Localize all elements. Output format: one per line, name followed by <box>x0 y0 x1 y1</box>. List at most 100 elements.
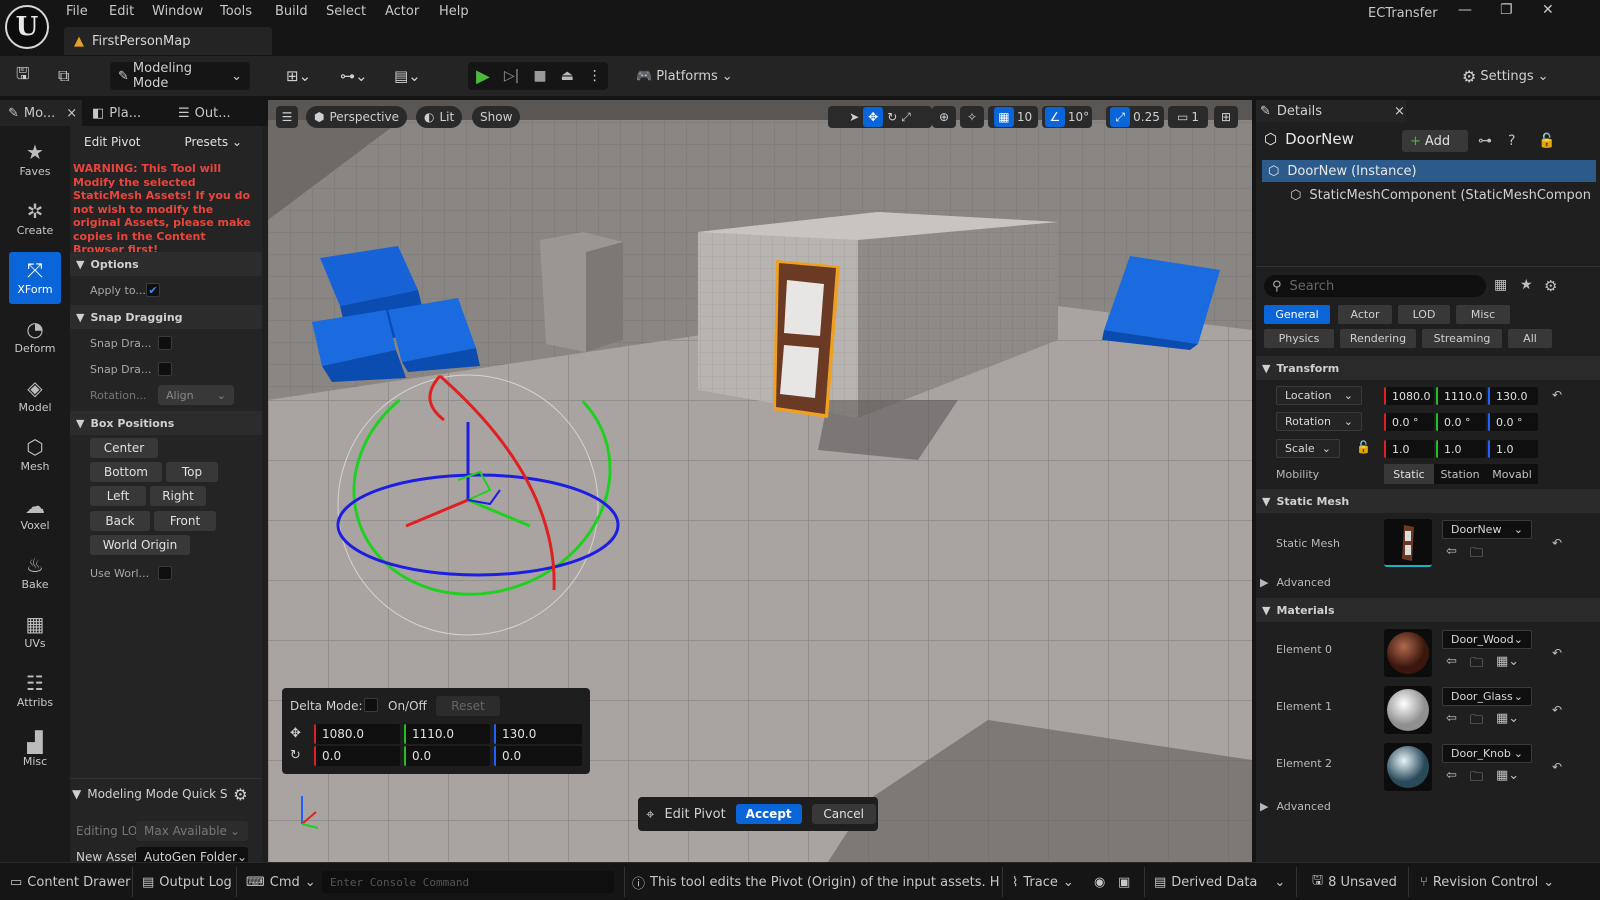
surface-snap-icon[interactable]: ✧ <box>960 106 984 128</box>
derived-data-dropdown[interactable]: ▤ Derived Data ⌄ <box>1154 872 1285 892</box>
platforms-button[interactable]: 🎮 Platforms ⌄ <box>636 62 733 90</box>
mobility-movable[interactable]: Movabl <box>1486 464 1538 484</box>
add-actor-icon[interactable]: ⊞⌄ <box>286 62 311 90</box>
gear-icon[interactable]: ⚙ <box>1544 277 1557 295</box>
delta-rotation-y[interactable]: 0.0 <box>404 746 490 766</box>
level-tab[interactable]: ▲ FirstPersonMap <box>64 27 272 55</box>
advanced-expander-materials[interactable]: ▶ Advanced <box>1260 800 1331 813</box>
material-dropdown-2[interactable]: Door_Knob ⌄ <box>1442 744 1532 763</box>
category-general[interactable]: General <box>1264 305 1330 324</box>
rotation-dropdown[interactable]: Align ⌄ <box>158 385 234 405</box>
mobility-stationary[interactable]: Station <box>1434 464 1486 484</box>
use-selected-icon[interactable]: ⇦ <box>1446 711 1457 726</box>
delta-location-y[interactable]: 1110.0 <box>404 724 490 744</box>
section-static-mesh[interactable]: ▼ Static Mesh <box>1256 489 1600 513</box>
browse-folder-icon[interactable]: 🗀 <box>1470 654 1483 676</box>
menu-select[interactable]: Select <box>326 4 366 19</box>
component-tree-root[interactable]: ⬡ DoorNew (Instance) <box>1262 160 1596 182</box>
browse-folder-icon[interactable]: 🗀 <box>1470 544 1483 566</box>
viewport-menu-icon[interactable]: ☰ <box>276 106 298 128</box>
perspective-button[interactable]: ⬢ Perspective <box>306 106 407 128</box>
use-selected-icon[interactable]: ⇦ <box>1446 768 1457 783</box>
mode-faves[interactable]: ★ Faves <box>9 134 61 186</box>
scale-x[interactable]: 1.0 <box>1384 440 1434 458</box>
use-world-checkbox[interactable] <box>158 566 172 580</box>
browse-folder-icon[interactable]: 🗀 <box>1470 768 1483 790</box>
section-box-positions[interactable]: ▼ Box Positions <box>70 411 262 435</box>
mode-voxel[interactable]: ☁ Voxel <box>9 488 61 540</box>
unsaved-button[interactable]: 🖫 8 Unsaved <box>1312 872 1397 892</box>
details-search[interactable]: ⚲ Search <box>1264 275 1486 297</box>
lock-icon[interactable]: 🔓 <box>1538 133 1555 149</box>
section-materials[interactable]: ▼ Materials <box>1256 598 1600 622</box>
back-button[interactable]: Back <box>90 511 150 531</box>
screenshot-icon[interactable]: ▣ <box>1118 872 1130 892</box>
reset-arrow-icon[interactable]: ↶ <box>1552 388 1562 402</box>
mode-selector[interactable]: ✎ Modeling Mode ⌄ <box>110 61 250 91</box>
right-button[interactable]: Right <box>150 486 206 506</box>
category-all[interactable]: All <box>1508 329 1552 348</box>
gear-icon[interactable]: ⚙ <box>233 785 247 804</box>
reset-arrow-icon[interactable]: ↶ <box>1552 760 1562 774</box>
apply-to-checkbox[interactable]: ✔ <box>146 283 160 297</box>
revision-control-dropdown[interactable]: ⑂ Revision Control ⌄ <box>1420 872 1554 892</box>
front-button[interactable]: Front <box>154 511 216 531</box>
blueprint-icon[interactable]: ⊶ <box>1478 133 1492 149</box>
material-dropdown-1[interactable]: Door_Glass ⌄ <box>1442 687 1532 706</box>
blueprint-icon[interactable]: ⊶⌄ <box>340 62 368 90</box>
console-input[interactable]: Enter Console Command <box>322 871 614 893</box>
mode-deform[interactable]: ◔ Deform <box>9 311 61 363</box>
delta-rotation-x[interactable]: 0.0 <box>314 746 400 766</box>
add-component-button[interactable]: + Add <box>1402 130 1468 152</box>
section-options[interactable]: ▼ Options <box>70 252 262 276</box>
section-snap-dragging[interactable]: ▼ Snap Dragging <box>70 305 262 329</box>
lit-button[interactable]: ◐ Lit <box>416 106 463 128</box>
category-misc[interactable]: Misc <box>1456 305 1510 324</box>
menu-tools[interactable]: Tools <box>220 4 252 19</box>
play-options-icon[interactable]: ⋮ <box>588 68 602 84</box>
move-icon[interactable]: ✥ <box>863 107 884 127</box>
save-icon[interactable]: 🖫 <box>16 62 30 90</box>
close-icon[interactable]: × <box>66 106 77 121</box>
grid-snap-toggle[interactable]: ▦ 10 <box>988 106 1038 128</box>
show-button[interactable]: Show <box>472 106 521 128</box>
scale-snap-toggle[interactable]: ⤢ 0.25 <box>1106 106 1164 128</box>
location-z[interactable]: 130.0 <box>1488 387 1538 405</box>
rotation-snap-toggle[interactable]: ∠ 10° <box>1042 106 1092 128</box>
play-icon[interactable]: ▶ <box>476 66 490 87</box>
lock-icon[interactable]: 🔓 <box>1356 440 1371 454</box>
menu-window[interactable]: Window <box>152 4 203 19</box>
rotation-x[interactable]: 0.0 ° <box>1384 413 1434 431</box>
menu-actor[interactable]: Actor <box>385 4 419 19</box>
use-selected-icon[interactable]: ⇦ <box>1446 544 1457 559</box>
cancel-button[interactable]: Cancel <box>811 804 876 824</box>
rotation-dropdown[interactable]: Rotation ⌄ <box>1276 412 1362 431</box>
material-thumbnail-knob[interactable] <box>1384 743 1432 791</box>
scale-y[interactable]: 1.0 <box>1436 440 1486 458</box>
material-thumbnail-wood[interactable] <box>1384 629 1432 677</box>
table-view-icon[interactable]: ▦ <box>1494 277 1507 293</box>
close-icon[interactable]: × <box>1394 104 1405 119</box>
bottom-button[interactable]: Bottom <box>90 462 162 482</box>
minimize-icon[interactable]: — <box>1458 2 1472 18</box>
quick-settings-header[interactable]: ▼ Modeling Mode Quick Set ⚙ <box>70 780 262 808</box>
top-button[interactable]: Top <box>166 462 218 482</box>
advanced-expander[interactable]: ▶ Advanced <box>1260 576 1331 589</box>
mobility-static[interactable]: Static <box>1384 464 1434 484</box>
settings-button[interactable]: ⚙ Settings ⌄ <box>1462 62 1549 90</box>
mode-mesh[interactable]: ⬡ Mesh <box>9 429 61 481</box>
camera-speed[interactable]: ▭ 1 <box>1168 106 1208 128</box>
component-tree-item[interactable]: ⬡ StaticMeshComponent (StaticMeshCompon <box>1290 185 1596 205</box>
rotate-icon[interactable]: ↻ <box>887 110 897 124</box>
snap-checkbox[interactable] <box>158 336 172 350</box>
mode-uvs[interactable]: ▦ UVs <box>9 606 61 658</box>
checker-options-icon[interactable]: ▦⌄ <box>1496 711 1519 726</box>
browse-icon[interactable]: ⧉ <box>58 62 69 90</box>
static-mesh-dropdown[interactable]: DoorNew ⌄ <box>1442 520 1532 539</box>
record-icon[interactable]: ◉ <box>1094 872 1105 892</box>
level-viewport[interactable]: ☰ ⬢ Perspective ◐ Lit Show ➤ ✥ ↻ ⤢ ⊕ ✧ ▦ 10… <box>268 100 1252 862</box>
rotation-z[interactable]: 0.0 ° <box>1488 413 1538 431</box>
category-rendering[interactable]: Rendering <box>1340 329 1416 348</box>
star-icon[interactable]: ★ <box>1520 277 1533 293</box>
browse-folder-icon[interactable]: 🗀 <box>1470 711 1483 733</box>
